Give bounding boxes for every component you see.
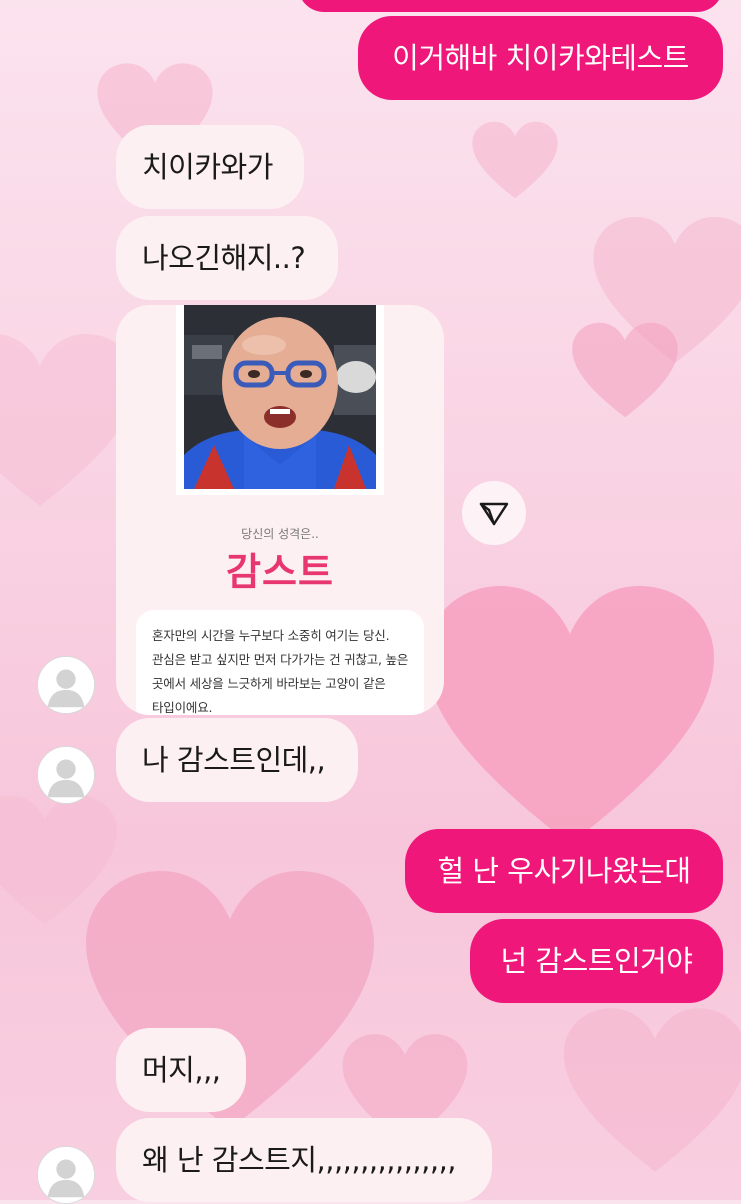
incoming-message-bubble[interactable]: 나 감스트인데,, [116, 718, 358, 802]
outgoing-message-bubble[interactable] [298, 0, 723, 12]
message-text: 넌 감스트인거야 [500, 943, 693, 978]
message-text: 머지,,, [142, 1052, 221, 1087]
message-text: 왜 난 감스트지,,,,,,,,,,,,,,,, [142, 1142, 457, 1177]
avatar[interactable] [37, 746, 95, 804]
default-profile-icon [38, 1147, 94, 1203]
default-profile-icon [38, 657, 94, 713]
heart-decoration [420, 580, 720, 850]
share-send-icon [479, 502, 509, 526]
result-photo [176, 305, 384, 495]
message-text: 헐 난 우사기나왔는대 [437, 853, 691, 888]
heart-decoration [470, 120, 560, 200]
default-profile-icon [38, 747, 94, 803]
avatar[interactable] [37, 656, 95, 714]
heart-decoration [0, 790, 120, 930]
incoming-message-bubble[interactable]: 왜 난 감스트지,,,,,,,,,,,,,,,, [116, 1118, 492, 1202]
outgoing-message-bubble[interactable]: 이거해바 치이카와테스트 [358, 16, 723, 100]
message-text: 나 감스트인데,, [142, 742, 326, 777]
incoming-message-bubble[interactable]: 머지,,, [116, 1028, 246, 1112]
incoming-message-bubble[interactable]: 치이카와가 [116, 125, 304, 209]
share-button[interactable] [462, 481, 526, 545]
shared-test-result-card[interactable]: 당신의 성격은.. 감스트 혼자만의 시간을 누구보다 소중히 여기는 당신. … [116, 305, 444, 715]
heart-decoration [570, 320, 680, 420]
message-text: 나오긴해지..? [142, 240, 306, 275]
heart-decoration [560, 1000, 741, 1180]
message-text: 치이카와가 [142, 149, 273, 184]
outgoing-message-bubble[interactable]: 넌 감스트인거야 [470, 919, 723, 1003]
incoming-message-bubble[interactable]: 나오긴해지..? [116, 216, 338, 300]
avatar[interactable] [37, 1146, 95, 1204]
result-subtitle: 당신의 성격은.. [241, 527, 319, 541]
message-text: 이거해바 치이카와테스트 [392, 40, 689, 75]
result-title: 감스트 [226, 550, 334, 594]
result-description: 혼자만의 시간을 누구보다 소중히 여기는 당신. 관심은 받고 싶지만 먼저 … [136, 610, 424, 715]
heart-decoration [590, 190, 741, 390]
outgoing-message-bubble[interactable]: 헐 난 우사기나왔는대 [405, 829, 723, 913]
person-photo-illustration [184, 305, 376, 489]
